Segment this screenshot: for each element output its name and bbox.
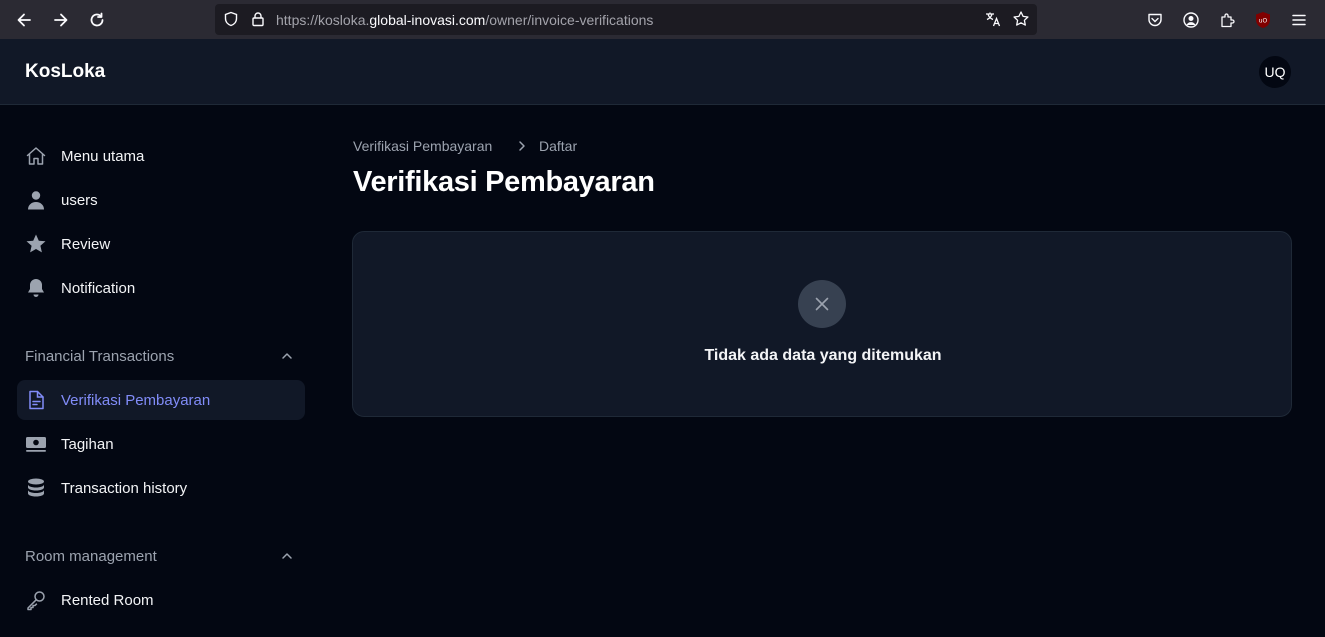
breadcrumb-item: Daftar <box>539 138 578 154</box>
brand-logo[interactable]: KosLoka <box>25 61 105 83</box>
group-label-room-management: Room management <box>25 548 157 565</box>
reload-icon[interactable] <box>85 8 109 32</box>
sidebar-item-label: Rented Room <box>61 592 154 609</box>
bell-icon <box>25 277 47 299</box>
sidebar-item-menu-utama[interactable]: Menu utama <box>17 136 305 176</box>
sidebar-item-label: Review <box>61 236 111 253</box>
sidebar-item-label: Notification <box>61 280 136 297</box>
key-icon <box>25 589 47 611</box>
page-title: Verifikasi Pembayaran <box>353 166 655 198</box>
extensions-icon[interactable] <box>1217 10 1237 30</box>
chevron-up-icon[interactable] <box>278 347 296 365</box>
sidebar-item-notification[interactable]: Notification <box>17 268 305 308</box>
close-icon <box>815 297 829 311</box>
sidebar-item-tagihan[interactable]: Tagihan <box>17 424 305 464</box>
translate-icon[interactable] <box>983 9 1003 29</box>
url-text[interactable]: https://kosloka.global-inovasi.com/owner… <box>276 12 653 28</box>
database-icon <box>25 477 47 499</box>
lock-icon[interactable] <box>248 9 268 29</box>
pocket-icon[interactable] <box>1145 10 1165 30</box>
app-header: KosLoka UQ <box>0 39 1325 105</box>
sidebar-item-transaction-history[interactable]: Transaction history <box>17 468 305 508</box>
chevron-up-icon[interactable] <box>278 547 296 565</box>
url-bar[interactable]: https://kosloka.global-inovasi.com/owner… <box>215 4 1037 35</box>
sidebar-item-label: users <box>61 192 98 209</box>
user-avatar[interactable]: UQ <box>1259 56 1291 88</box>
empty-state-icon-wrapper <box>798 280 846 328</box>
empty-state-message: Tidak ada data yang ditemukan <box>704 347 942 364</box>
sidebar-item-label: Menu utama <box>61 148 145 165</box>
banknotes-icon <box>25 433 47 455</box>
url-path: /owner/invoice-verifications <box>485 12 654 28</box>
sidebar-item-label: Tagihan <box>61 436 114 453</box>
back-icon[interactable] <box>12 8 36 32</box>
group-label-financial-transactions: Financial Transactions <box>25 348 175 365</box>
chevron-right-icon <box>515 139 529 153</box>
sidebar-item-rented-room[interactable]: Rented Room <box>17 580 305 620</box>
svg-text:uO: uO <box>1259 18 1268 25</box>
sidebar-item-label: Transaction history <box>61 480 188 497</box>
breadcrumb-item[interactable]: Verifikasi Pembayaran <box>353 138 492 154</box>
sidebar-item-label: Verifikasi Pembayaran <box>61 392 211 409</box>
shield-icon[interactable] <box>221 9 241 29</box>
sidebar-item-users[interactable]: users <box>17 180 305 220</box>
forward-icon[interactable] <box>49 8 73 32</box>
user-icon <box>25 189 47 211</box>
table-panel: Tidak ada data yang ditemukan <box>352 231 1292 417</box>
browser-toolbar: https://kosloka.global-inovasi.com/owner… <box>0 0 1325 39</box>
star-icon[interactable] <box>1011 9 1031 29</box>
home-icon <box>25 145 47 167</box>
document-icon <box>25 389 47 411</box>
url-host: global-inovasi.com <box>369 12 486 28</box>
account-icon[interactable] <box>1181 10 1201 30</box>
sidebar-item-review[interactable]: Review <box>17 224 305 264</box>
sidebar-item-verifikasi-pembayaran[interactable]: Verifikasi Pembayaran <box>17 380 305 420</box>
ublock-icon[interactable]: uO <box>1253 10 1273 30</box>
url-prefix: https://kosloka. <box>276 12 370 28</box>
star-icon <box>25 233 47 255</box>
menu-icon[interactable] <box>1289 10 1309 30</box>
